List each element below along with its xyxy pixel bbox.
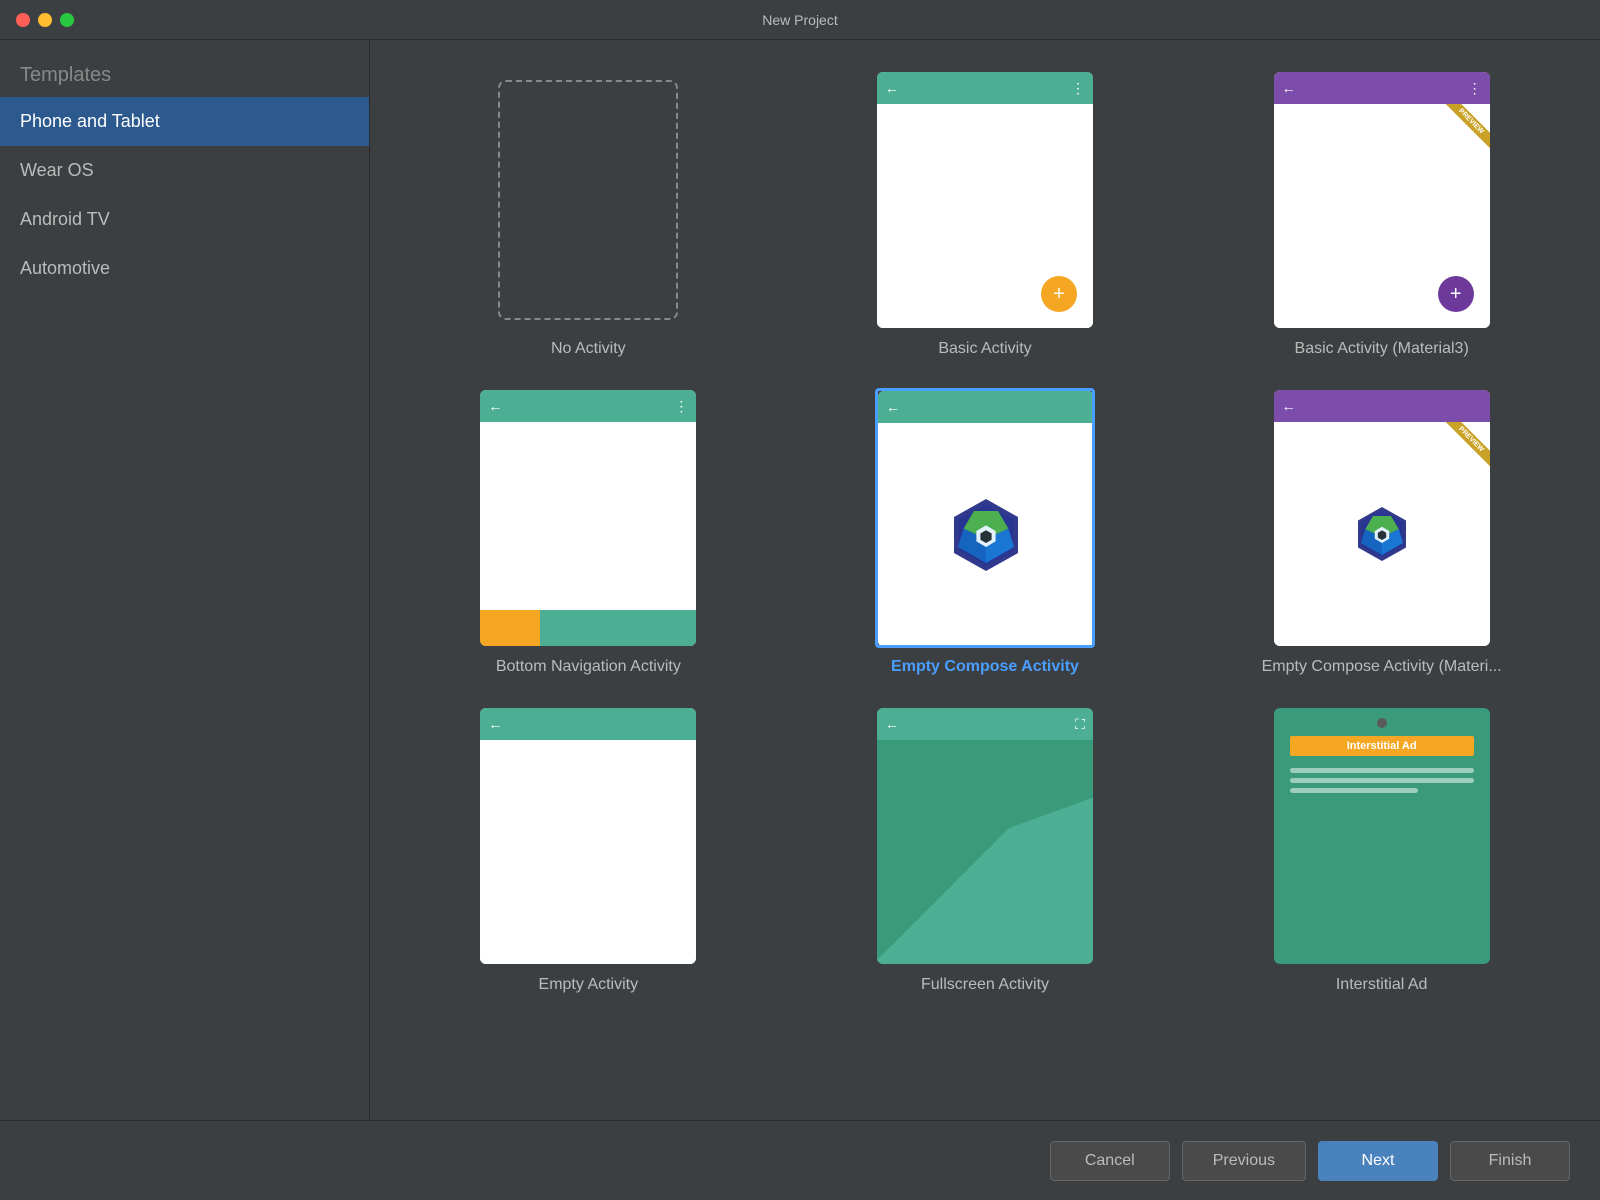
phone-header-fullscreen: ← ⛶ bbox=[877, 708, 1093, 740]
template-card-no-activity[interactable] bbox=[478, 70, 698, 330]
compose-logo bbox=[946, 495, 1026, 575]
template-card-fullscreen[interactable]: ← ⛶ bbox=[875, 706, 1095, 966]
phone-body-material3: + bbox=[1274, 104, 1490, 328]
dots-icon: ⋮ bbox=[1071, 80, 1085, 97]
template-label-basic-activity: Basic Activity bbox=[938, 340, 1031, 358]
phone-mock-fullscreen: ← ⛶ bbox=[877, 708, 1093, 964]
phone-header-empty-activity: ← bbox=[480, 708, 696, 740]
phone-mock-empty-activity: ← bbox=[480, 708, 696, 964]
preview-badge-m3 bbox=[1440, 104, 1490, 154]
previous-button[interactable]: Previous bbox=[1182, 1141, 1306, 1181]
ad-line-1 bbox=[1290, 768, 1474, 773]
template-card-basic-activity-material3[interactable]: ← ⋮ + bbox=[1272, 70, 1492, 330]
template-card-bottom-nav[interactable]: ← ⋮ bbox=[478, 388, 698, 648]
template-card-interstitial-ad[interactable]: Interstitial Ad bbox=[1272, 706, 1492, 966]
template-card-empty-activity[interactable]: ← bbox=[478, 706, 698, 966]
phone-body-basic-activity: + bbox=[877, 104, 1093, 328]
template-basic-activity[interactable]: ← ⋮ + Basic Activity bbox=[807, 70, 1164, 358]
phone-mock-interstitial-ad: Interstitial Ad bbox=[1274, 708, 1490, 964]
maximize-button[interactable] bbox=[60, 13, 74, 27]
template-card-empty-compose[interactable]: ← bbox=[875, 388, 1095, 648]
phone-mock-empty-compose-material: ← bbox=[1274, 390, 1490, 646]
close-button[interactable] bbox=[16, 13, 30, 27]
template-label-fullscreen: Fullscreen Activity bbox=[921, 976, 1049, 994]
phone-body-bottom-nav bbox=[480, 422, 696, 610]
arrow-left-icon-fs: ← bbox=[885, 716, 899, 732]
phone-footer-nav bbox=[480, 610, 696, 646]
main-content: Templates Phone and Tablet Wear OS Andro… bbox=[0, 40, 1600, 1120]
dots-icon-m3: ⋮ bbox=[1468, 80, 1482, 97]
ad-line-2 bbox=[1290, 778, 1474, 783]
template-label-empty-compose: Empty Compose Activity bbox=[891, 658, 1079, 676]
footer-bar: Cancel Previous Next Finish bbox=[0, 1120, 1600, 1200]
template-label-empty-compose-material: Empty Compose Activity (Materi... bbox=[1262, 658, 1502, 676]
template-interstitial-ad[interactable]: Interstitial Ad Interstitial Ad bbox=[1203, 706, 1560, 994]
next-button[interactable]: Next bbox=[1318, 1141, 1438, 1181]
fab-material3: + bbox=[1438, 276, 1474, 312]
template-no-activity[interactable]: No Activity bbox=[410, 70, 767, 358]
nav-tab-active bbox=[480, 610, 540, 646]
template-label-no-activity: No Activity bbox=[551, 340, 626, 358]
ad-banner-label: Interstitial Ad bbox=[1290, 736, 1474, 756]
phone-mock-empty-compose: ← bbox=[878, 391, 1094, 647]
phone-mock-basic-material3: ← ⋮ + bbox=[1274, 72, 1490, 328]
fullscreen-diagonal bbox=[877, 740, 1093, 964]
finish-button[interactable]: Finish bbox=[1450, 1141, 1570, 1181]
template-basic-activity-material3[interactable]: ← ⋮ + Basic Activity (Material3) bbox=[1203, 70, 1560, 358]
template-fullscreen[interactable]: ← ⛶ Fullscreen Activity bbox=[807, 706, 1164, 994]
phone-mock-basic-activity: ← ⋮ + bbox=[877, 72, 1093, 328]
sidebar-item-android-tv[interactable]: Android TV bbox=[0, 195, 369, 244]
sidebar-header: Templates bbox=[0, 50, 369, 97]
arrow-left-icon-ea: ← bbox=[488, 716, 502, 732]
phone-header-material3: ← ⋮ bbox=[1274, 72, 1490, 104]
window-title: New Project bbox=[762, 12, 837, 28]
phone-body-empty-compose bbox=[878, 423, 1094, 647]
fab-basic-activity: + bbox=[1041, 276, 1077, 312]
template-empty-activity[interactable]: ← Empty Activity bbox=[410, 706, 767, 994]
template-label-empty-activity: Empty Activity bbox=[539, 976, 639, 994]
template-empty-compose-material[interactable]: ← bbox=[1203, 388, 1560, 676]
arrow-left-icon-m3: ← bbox=[1282, 80, 1296, 96]
sidebar: Templates Phone and Tablet Wear OS Andro… bbox=[0, 40, 370, 1120]
content-area: No Activity ← ⋮ + Basic Activity bbox=[370, 40, 1600, 1120]
phone-header-bottom-nav: ← ⋮ bbox=[480, 390, 696, 422]
arrow-left-icon-bn: ← bbox=[488, 398, 502, 414]
sidebar-item-automotive[interactable]: Automotive bbox=[0, 244, 369, 293]
phone-header-empty-compose-m: ← bbox=[1274, 390, 1490, 422]
template-empty-compose[interactable]: ← bbox=[807, 388, 1164, 676]
traffic-lights bbox=[16, 13, 74, 27]
expand-icon-fs: ⛶ bbox=[1075, 716, 1085, 733]
minimize-button[interactable] bbox=[38, 13, 52, 27]
ad-line-3 bbox=[1290, 788, 1419, 793]
dots-icon-bn: ⋮ bbox=[674, 398, 688, 415]
template-label-basic-activity-material3: Basic Activity (Material3) bbox=[1295, 340, 1469, 358]
phone-header-empty-compose: ← bbox=[878, 391, 1094, 423]
templates-grid: No Activity ← ⋮ + Basic Activity bbox=[410, 70, 1560, 1014]
arrow-left-icon: ← bbox=[885, 80, 899, 96]
sidebar-item-wear-os[interactable]: Wear OS bbox=[0, 146, 369, 195]
preview-badge-ecm bbox=[1440, 422, 1490, 472]
no-activity-dashed-box bbox=[498, 80, 678, 320]
cancel-button[interactable]: Cancel bbox=[1050, 1141, 1170, 1181]
arrow-left-icon-ecm: ← bbox=[1282, 398, 1296, 414]
template-label-interstitial-ad: Interstitial Ad bbox=[1336, 976, 1428, 994]
template-card-empty-compose-material[interactable]: ← bbox=[1272, 388, 1492, 648]
template-label-bottom-nav: Bottom Navigation Activity bbox=[496, 658, 681, 676]
arrow-left-icon-ec: ← bbox=[886, 399, 900, 415]
phone-header-basic-activity: ← ⋮ bbox=[877, 72, 1093, 104]
phone-body-empty-activity bbox=[480, 740, 696, 964]
ad-text-lines bbox=[1274, 762, 1490, 804]
title-bar: New Project bbox=[0, 0, 1600, 40]
ad-dot bbox=[1377, 718, 1387, 728]
phone-body-empty-compose-material bbox=[1274, 422, 1490, 646]
compose-logo-m bbox=[1352, 504, 1412, 564]
phone-mock-bottom-nav: ← ⋮ bbox=[480, 390, 696, 646]
template-card-basic-activity[interactable]: ← ⋮ + bbox=[875, 70, 1095, 330]
sidebar-item-phone-tablet[interactable]: Phone and Tablet bbox=[0, 97, 369, 146]
template-bottom-nav[interactable]: ← ⋮ Bottom Navigation Activity bbox=[410, 388, 767, 676]
